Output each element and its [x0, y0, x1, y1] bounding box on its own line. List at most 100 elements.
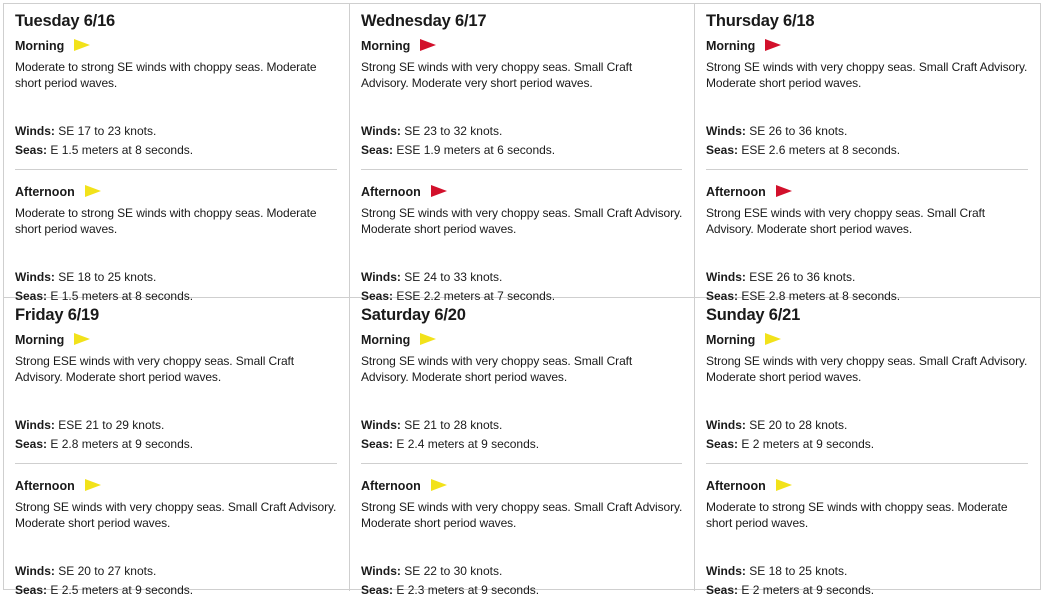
- winds-value: ESE 26 to 36 knots.: [749, 270, 856, 284]
- winds-label: Winds:: [15, 270, 55, 284]
- winds-line: Winds: ESE 26 to 36 knots.: [706, 269, 1030, 285]
- day-card-friday: Friday 6/19 Morning Strong ESE winds wit…: [4, 298, 350, 597]
- seas-label: Seas:: [706, 583, 739, 597]
- period-label: Afternoon: [361, 479, 421, 493]
- period-label: Morning: [706, 39, 756, 53]
- seas-label: Seas:: [361, 143, 394, 157]
- red-flag-icon: [420, 39, 437, 51]
- yellow-flag-icon: [74, 39, 91, 51]
- winds-value: SE 18 to 25 knots.: [749, 564, 848, 578]
- red-flag-icon: [765, 39, 782, 51]
- period-label: Afternoon: [15, 185, 75, 199]
- winds-value: SE 20 to 27 knots.: [58, 564, 157, 578]
- seas-value: E 1.5 meters at 8 seconds.: [50, 143, 194, 157]
- winds-label: Winds:: [361, 564, 401, 578]
- winds-line: Winds: SE 17 to 23 knots.: [15, 123, 337, 139]
- yellow-flag-icon: [765, 333, 782, 345]
- day-title: Tuesday 6/16: [15, 12, 116, 30]
- winds-line: Winds: SE 26 to 36 knots.: [706, 123, 1028, 139]
- winds-value: SE 18 to 25 knots.: [58, 270, 157, 284]
- seas-label: Seas:: [706, 143, 739, 157]
- morning-period: Morning Strong ESE winds with very chopp…: [15, 332, 337, 464]
- morning-period: Morning Strong SE winds with very choppy…: [706, 38, 1028, 170]
- seas-line: Seas: E 1.5 meters at 8 seconds.: [15, 142, 337, 158]
- winds-label: Winds:: [706, 270, 746, 284]
- winds-label: Winds:: [15, 124, 55, 138]
- forecast-description: Moderate to strong SE winds with choppy …: [15, 206, 317, 236]
- winds-label: Winds:: [361, 124, 401, 138]
- afternoon-period: Afternoon Moderate to strong SE winds wi…: [706, 464, 1030, 598]
- winds-value: SE 17 to 23 knots.: [58, 124, 157, 138]
- seas-line: Seas: ESE 1.9 meters at 6 seconds.: [361, 142, 682, 158]
- period-label: Morning: [706, 333, 756, 347]
- seas-line: Seas: E 2 meters at 9 seconds.: [706, 436, 1028, 452]
- winds-label: Winds:: [361, 418, 401, 432]
- winds-value: SE 23 to 32 knots.: [404, 124, 503, 138]
- winds-line: Winds: SE 21 to 28 knots.: [361, 417, 682, 433]
- forecast-grid: Tuesday 6/16 Morning Moderate to strong …: [3, 3, 1041, 597]
- winds-line: Winds: SE 20 to 27 knots.: [15, 563, 339, 579]
- winds-value: SE 24 to 33 knots.: [404, 270, 503, 284]
- forecast-description: Strong SE winds with very choppy seas. S…: [15, 500, 337, 530]
- forecast-description: Strong SE winds with very choppy seas. S…: [361, 354, 633, 384]
- morning-period: Morning Strong SE winds with very choppy…: [361, 332, 682, 464]
- yellow-flag-icon: [84, 185, 101, 197]
- period-label: Afternoon: [15, 479, 75, 493]
- period-label: Afternoon: [361, 185, 421, 199]
- winds-line: Winds: SE 18 to 25 knots.: [15, 269, 339, 285]
- winds-line: Winds: SE 20 to 28 knots.: [706, 417, 1028, 433]
- seas-line: Seas: E 2 meters at 9 seconds.: [706, 582, 1030, 598]
- afternoon-period: Afternoon Strong SE winds with very chop…: [361, 170, 684, 304]
- red-flag-icon: [430, 185, 447, 197]
- yellow-flag-icon: [420, 333, 437, 345]
- red-flag-icon: [775, 185, 792, 197]
- yellow-flag-icon: [775, 479, 792, 491]
- forecast-description: Moderate to strong SE winds with choppy …: [15, 60, 317, 90]
- seas-value: E 2.5 meters at 9 seconds.: [50, 583, 194, 597]
- winds-value: SE 22 to 30 knots.: [404, 564, 503, 578]
- day-card-tuesday: Tuesday 6/16 Morning Moderate to strong …: [4, 4, 350, 303]
- day-card-sunday: Sunday 6/21 Morning Strong SE winds with…: [695, 298, 1040, 597]
- seas-label: Seas:: [361, 437, 394, 451]
- forecast-description: Strong ESE winds with very choppy seas. …: [706, 206, 986, 236]
- seas-label: Seas:: [361, 583, 394, 597]
- forecast-description: Strong SE winds with very choppy seas. S…: [706, 60, 1028, 90]
- forecast-description: Strong SE winds with very choppy seas. S…: [361, 206, 683, 236]
- seas-value: E 2 meters at 9 seconds.: [741, 583, 875, 597]
- forecast-description: Moderate to strong SE winds with choppy …: [706, 500, 1008, 530]
- yellow-flag-icon: [430, 479, 447, 491]
- period-label: Morning: [15, 333, 65, 347]
- seas-line: Seas: E 2.4 meters at 9 seconds.: [361, 436, 682, 452]
- day-card-saturday: Saturday 6/20 Morning Strong SE winds wi…: [350, 298, 695, 597]
- day-card-thursday: Thursday 6/18 Morning Strong SE winds wi…: [695, 4, 1040, 303]
- forecast-description: Strong ESE winds with very choppy seas. …: [15, 354, 295, 384]
- winds-line: Winds: ESE 21 to 29 knots.: [15, 417, 337, 433]
- winds-label: Winds:: [15, 564, 55, 578]
- forecast-description: Strong SE winds with very choppy seas. S…: [361, 500, 683, 530]
- seas-value: E 2 meters at 9 seconds.: [741, 437, 875, 451]
- morning-period: Morning Strong SE winds with very choppy…: [361, 38, 682, 170]
- afternoon-period: Afternoon Moderate to strong SE winds wi…: [15, 170, 339, 304]
- winds-label: Winds:: [15, 418, 55, 432]
- winds-value: SE 20 to 28 knots.: [749, 418, 848, 432]
- day-title: Sunday 6/21: [706, 306, 801, 324]
- winds-label: Winds:: [361, 270, 401, 284]
- winds-line: Winds: SE 22 to 30 knots.: [361, 563, 684, 579]
- winds-value: SE 26 to 36 knots.: [749, 124, 848, 138]
- seas-value: ESE 2.6 meters at 8 seconds.: [741, 143, 901, 157]
- winds-label: Winds:: [706, 564, 746, 578]
- seas-value: E 2.4 meters at 9 seconds.: [396, 437, 540, 451]
- winds-label: Winds:: [706, 124, 746, 138]
- morning-period: Morning Moderate to strong SE winds with…: [15, 38, 337, 170]
- forecast-description: Strong SE winds with very choppy seas. S…: [706, 354, 1028, 384]
- forecast-description: Strong SE winds with very choppy seas. S…: [361, 60, 633, 90]
- day-title: Saturday 6/20: [361, 306, 466, 324]
- seas-value: ESE 1.9 meters at 6 seconds.: [396, 143, 556, 157]
- day-title: Thursday 6/18: [706, 12, 815, 30]
- winds-line: Winds: SE 18 to 25 knots.: [706, 563, 1030, 579]
- seas-line: Seas: E 2.5 meters at 9 seconds.: [15, 582, 339, 598]
- seas-value: E 2.8 meters at 9 seconds.: [50, 437, 194, 451]
- seas-line: Seas: E 2.8 meters at 9 seconds.: [15, 436, 337, 452]
- seas-label: Seas:: [15, 437, 48, 451]
- seas-label: Seas:: [706, 437, 739, 451]
